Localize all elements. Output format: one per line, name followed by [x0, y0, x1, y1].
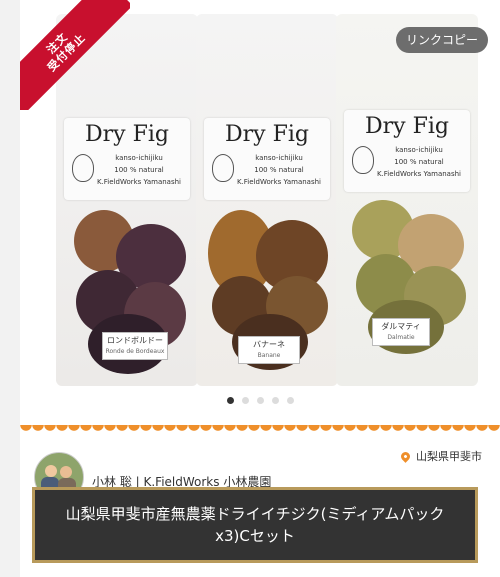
variety-name: ロンドボルドー	[107, 336, 163, 345]
location-text: 山梨県甲斐市	[416, 450, 482, 463]
product-card[interactable]: 注文 受付停止 リンクコピー Dry Fig kanso-ichijiku 10…	[20, 0, 500, 577]
order-stopped-ribbon: 注文 受付停止	[20, 0, 130, 110]
variety-tag-2: バナーネ Banane	[238, 336, 300, 364]
scallop-divider	[20, 425, 500, 435]
bag-label-3: Dry Fig kanso-ichijiku 100 % natural K.F…	[344, 110, 470, 192]
carousel-dot-2[interactable]	[241, 397, 249, 404]
variety-tag-1: ロンドボルドー Ronde de Bordeaux	[102, 332, 168, 360]
label-subtitle: kanso-ichijiku	[255, 154, 303, 162]
fig-logo-icon	[72, 154, 94, 182]
bag-label-1: Dry Fig kanso-ichijiku 100 % natural K.F…	[64, 118, 190, 200]
location: 山梨県甲斐市	[399, 448, 482, 464]
carousel-dot-3[interactable]	[256, 397, 264, 404]
brand-text: Dry Fig	[225, 122, 309, 147]
label-natural: 100 % natural	[114, 166, 164, 174]
label-natural: 100 % natural	[394, 158, 444, 166]
carousel-dots	[20, 397, 500, 404]
variety-name-en: Banane	[257, 352, 281, 359]
variety-name-en: Ronde de Bordeaux	[105, 348, 165, 355]
label-producer: K.FieldWorks Yamanashi	[376, 170, 462, 178]
carousel-dot-4[interactable]	[271, 397, 279, 404]
brand-text: Dry Fig	[365, 114, 449, 139]
carousel-dot-5[interactable]	[286, 397, 294, 404]
carousel-dot-1[interactable]	[226, 397, 234, 404]
product-bag-2: Dry Fig kanso-ichijiku 100 % natural K.F…	[196, 14, 338, 386]
label-natural: 100 % natural	[254, 166, 304, 174]
copy-link-button[interactable]: リンクコピー	[395, 27, 488, 53]
label-producer: K.FieldWorks Yamanashi	[96, 178, 182, 186]
fig-logo-icon	[212, 154, 234, 182]
variety-name-en: Dalmatie	[387, 334, 415, 341]
label-subtitle: kanso-ichijiku	[395, 146, 443, 154]
fig-logo-icon	[352, 146, 374, 174]
variety-name: バナーネ	[253, 340, 285, 349]
variety-name: ダルマティ	[381, 322, 421, 331]
label-subtitle: kanso-ichijiku	[115, 154, 163, 162]
bag-label-2: Dry Fig kanso-ichijiku 100 % natural K.F…	[204, 118, 330, 200]
product-image[interactable]: 注文 受付停止 リンクコピー Dry Fig kanso-ichijiku 10…	[20, 0, 500, 425]
product-bag-3: Dry Fig kanso-ichijiku 100 % natural K.F…	[336, 14, 478, 386]
label-producer: K.FieldWorks Yamanashi	[236, 178, 322, 186]
location-pin-icon	[399, 449, 412, 463]
brand-text: Dry Fig	[85, 122, 169, 147]
variety-tag-3: ダルマティ Dalmatie	[372, 318, 430, 346]
product-title[interactable]: 山梨県甲斐市産無農薬ドライイチジク(ミディアムパックx3)Cセット	[32, 487, 478, 563]
